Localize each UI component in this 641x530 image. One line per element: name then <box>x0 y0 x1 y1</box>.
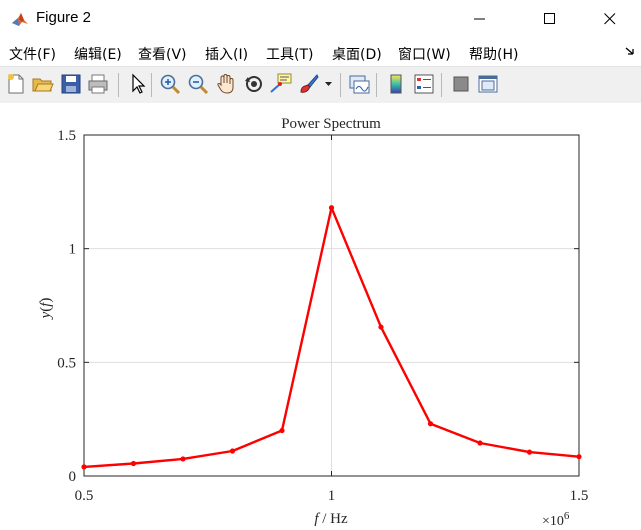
data-point <box>180 456 186 462</box>
rotate-3d-icon[interactable] <box>242 72 266 96</box>
window-title: Figure 2 <box>36 9 92 26</box>
data-point <box>279 427 285 434</box>
data-point <box>328 205 335 211</box>
pan-hand-icon[interactable] <box>214 72 238 96</box>
menu-desktop[interactable]: 桌面(D) <box>332 44 382 64</box>
menu-help[interactable]: 帮助(H) <box>469 44 518 64</box>
x-exponent-power: 6 <box>564 510 570 522</box>
new-figure-icon[interactable] <box>4 72 28 96</box>
data-point <box>81 464 87 470</box>
close-icon <box>604 13 616 25</box>
matlab-app-icon <box>10 9 30 29</box>
data-cursor-icon[interactable] <box>269 72 293 96</box>
minimize-button[interactable] <box>457 0 503 38</box>
menu-view[interactable]: 查看(V) <box>138 44 187 64</box>
grid-lines <box>83 134 580 477</box>
x-exponent-base: ×10 <box>542 514 564 529</box>
y-axis-variable: y <box>38 311 54 320</box>
toolbar-separator <box>118 73 119 97</box>
open-file-icon[interactable] <box>31 72 55 96</box>
figure-toolbar <box>0 66 641 104</box>
print-icon[interactable] <box>86 72 110 96</box>
data-point <box>229 448 236 454</box>
colorbar-icon[interactable] <box>384 72 408 96</box>
zoom-out-icon[interactable] <box>186 72 210 96</box>
y-tick-label: 1 <box>69 242 77 258</box>
menu-bar: 文件(F) 编辑(E) 查看(V) 插入(I) 工具(T) 桌面(D) 窗口(W… <box>0 38 641 66</box>
close-button[interactable] <box>587 0 633 38</box>
brush-dropdown-icon[interactable] <box>325 80 333 88</box>
menu-tools[interactable]: 工具(T) <box>266 44 313 64</box>
toolbar-separator <box>376 73 377 97</box>
y-tick-label: 1.5 <box>57 128 76 144</box>
x-tick-label: 1 <box>328 488 336 504</box>
minimize-icon <box>474 18 485 20</box>
x-tick-label: 1.5 <box>570 488 589 504</box>
legend-icon[interactable] <box>412 72 436 96</box>
dock-arrow-icon[interactable] <box>625 46 635 56</box>
axes-plot[interactable]: 0.5 1 1.5 0 0.5 1 1.5 Power Spectrum f / Hz y(… <box>0 103 641 530</box>
x-axis-unit: / Hz <box>319 511 349 527</box>
menu-file[interactable]: 文件(F) <box>9 44 56 64</box>
window-titlebar: Figure 2 <box>0 0 641 38</box>
data-point <box>477 440 483 446</box>
data-point <box>427 421 434 427</box>
data-point <box>130 460 137 467</box>
data-point <box>526 449 533 455</box>
x-axis-exponent: ×106 <box>542 510 570 529</box>
data-point <box>378 324 384 330</box>
y-axis-label-group: y(f) <box>38 298 54 321</box>
y-tick-label: 0.5 <box>57 355 76 371</box>
y-axis-label: y(f) <box>38 298 54 321</box>
menu-window[interactable]: 窗口(W) <box>398 44 451 64</box>
x-tick-label: 0.5 <box>75 488 94 504</box>
data-point <box>576 454 582 460</box>
brush-icon[interactable] <box>297 72 321 96</box>
zoom-in-icon[interactable] <box>158 72 182 96</box>
maximize-button[interactable] <box>527 0 573 38</box>
chart-title: Power Spectrum <box>281 116 381 132</box>
maximize-icon <box>544 13 555 24</box>
pointer-icon[interactable] <box>125 72 149 96</box>
hide-plot-tools-icon[interactable] <box>449 72 473 96</box>
menu-insert[interactable]: 插入(I) <box>205 44 248 64</box>
y-tick-label: 0 <box>69 469 77 485</box>
save-icon[interactable] <box>59 72 83 96</box>
x-axis-label: f / Hz <box>314 511 348 527</box>
figure-canvas[interactable]: 0.5 1 1.5 0 0.5 1 1.5 Power Spectrum f / Hz y(… <box>0 103 641 530</box>
toolbar-separator <box>441 73 442 97</box>
link-plot-icon[interactable] <box>347 72 371 96</box>
show-plot-tools-icon[interactable] <box>476 72 500 96</box>
toolbar-separator <box>151 73 152 97</box>
toolbar-separator <box>340 73 341 97</box>
menu-edit[interactable]: 编辑(E) <box>74 44 122 64</box>
